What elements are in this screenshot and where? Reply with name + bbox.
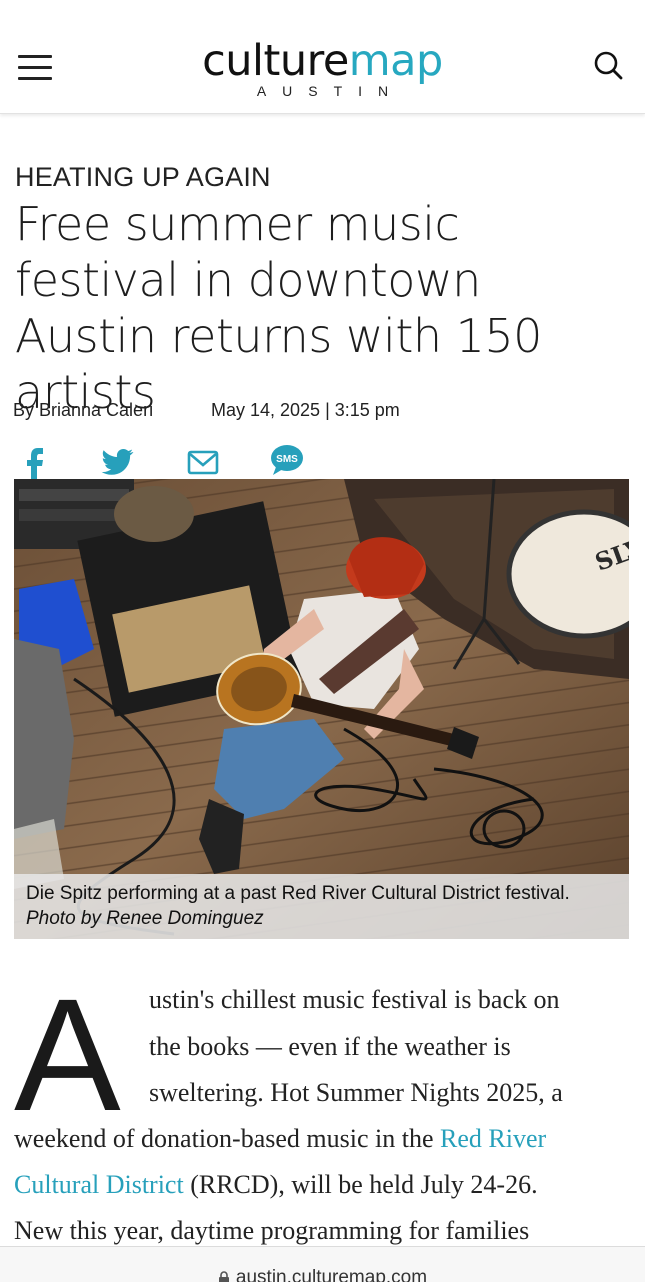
facebook-icon[interactable] (22, 442, 48, 482)
photo-credit: Photo by Renee Dominguez (26, 908, 264, 929)
body-line-4: weekend of donation-based music in the R… (14, 1124, 546, 1154)
body-line-4-text: weekend of donation-based music in the (14, 1124, 434, 1153)
body-line-5-text: (RRCD), will be held July 24-26. (190, 1170, 538, 1199)
sms-icon[interactable]: SMS (270, 442, 304, 482)
lock-icon (218, 1271, 229, 1282)
article-kicker[interactable]: HEATING UP AGAIN (15, 162, 271, 193)
article-photo[interactable]: SLVIN Die Spitz performing at a past Red… (14, 479, 629, 939)
body-line-5: Cultural District (RRCD), will be held J… (14, 1170, 538, 1200)
sms-label: SMS (276, 454, 298, 465)
site-logo[interactable]: culturemap AUSTIN (0, 38, 645, 98)
site-header: culturemap AUSTIN (0, 0, 645, 114)
body-line-6: New this year, daytime programming for f… (14, 1216, 530, 1245)
logo-culture: culture (202, 36, 349, 86)
logo-wordmark: culturemap (0, 38, 645, 84)
twitter-icon[interactable] (100, 442, 134, 482)
rrcd-link-part1[interactable]: Red River (440, 1124, 546, 1153)
body-line-2: the books — even if the weather is (149, 1032, 511, 1061)
guitarist-photo-image: SLVIN (14, 479, 629, 939)
body-line-3: sweltering. Hot Summer Nights 2025, a (149, 1078, 563, 1107)
article-headline: Free summer music festival in downtown A… (15, 197, 542, 419)
logo-city: AUSTIN (256, 83, 405, 99)
email-icon[interactable] (187, 442, 219, 482)
search-icon[interactable] (593, 50, 623, 80)
rrcd-link-part2[interactable]: Cultural District (14, 1170, 184, 1199)
logo-map: map (348, 36, 444, 86)
photo-caption: Die Spitz performing at a past Red River… (14, 874, 629, 939)
article-date: May 14, 2025 | 3:15 pm (211, 400, 400, 420)
url-text: austin.culturemap.com (235, 1267, 428, 1282)
caption-text: Die Spitz performing at a past Red River… (26, 883, 570, 904)
browser-url-bar[interactable]: austin.culturemap.com (0, 1246, 645, 1282)
body-line-1: ustin's chillest music festival is back … (149, 985, 560, 1014)
drop-cap: A (14, 965, 121, 1144)
article-byline[interactable]: By Brianna Caleri (13, 400, 153, 421)
